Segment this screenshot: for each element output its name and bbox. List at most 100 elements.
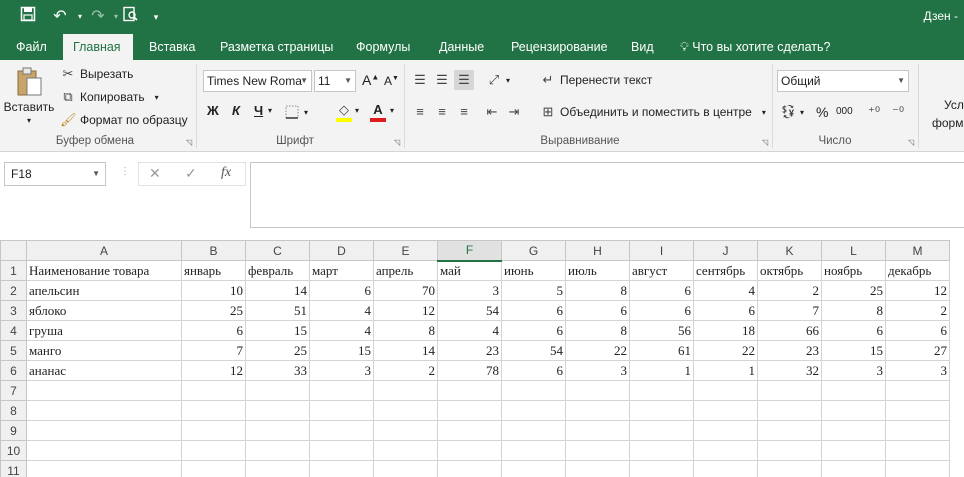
cell[interactable] — [885, 460, 950, 477]
cell[interactable]: 3 — [885, 360, 950, 381]
cell[interactable] — [629, 400, 694, 421]
cell[interactable] — [885, 400, 950, 421]
borders-button[interactable]: ▾ — [284, 104, 308, 120]
insert-function-icon[interactable]: fx — [221, 165, 231, 181]
row-header[interactable]: 5 — [0, 340, 27, 361]
cell[interactable] — [373, 400, 438, 421]
enter-icon[interactable]: ✓ — [185, 165, 197, 182]
cell[interactable] — [501, 380, 566, 401]
align-top-button[interactable]: ☰ — [412, 72, 428, 88]
cell[interactable]: сентябрь — [693, 260, 758, 281]
cell[interactable] — [245, 460, 310, 477]
cell[interactable]: 70 — [373, 280, 438, 301]
cell[interactable] — [26, 380, 182, 401]
cell[interactable]: 1 — [629, 360, 694, 381]
customize-qat-icon[interactable]: ▾ — [144, 6, 168, 28]
tab-file[interactable]: Файл — [6, 34, 57, 60]
cell[interactable]: 6 — [501, 300, 566, 321]
cell[interactable] — [181, 440, 246, 461]
fill-color-button[interactable]: ◇ — [336, 102, 352, 122]
cell[interactable] — [565, 420, 630, 441]
cell[interactable] — [373, 460, 438, 477]
column-header-g[interactable]: G — [501, 240, 566, 261]
cell[interactable]: 4 — [309, 320, 374, 341]
cell[interactable]: май — [437, 260, 502, 281]
formula-input[interactable] — [250, 162, 964, 228]
cell[interactable]: груша — [26, 320, 182, 341]
row-header[interactable]: 3 — [0, 300, 27, 321]
cell[interactable] — [757, 420, 822, 441]
cell[interactable] — [629, 380, 694, 401]
tab-insert[interactable]: Вставка — [139, 34, 205, 60]
orientation-button[interactable]: ⤢ ▾ — [486, 72, 510, 88]
cell[interactable] — [245, 440, 310, 461]
font-name-select[interactable]: Times New Roma ▼ — [203, 70, 312, 92]
cell[interactable]: 12 — [885, 280, 950, 301]
cell[interactable]: 25 — [821, 280, 886, 301]
cell[interactable]: 6 — [181, 320, 246, 341]
cell[interactable] — [373, 440, 438, 461]
cell[interactable]: 6 — [501, 320, 566, 341]
cell[interactable]: 22 — [693, 340, 758, 361]
cell[interactable]: декабрь — [885, 260, 950, 281]
cell[interactable]: август — [629, 260, 694, 281]
cell[interactable]: 51 — [245, 300, 310, 321]
cell[interactable]: 23 — [437, 340, 502, 361]
cell[interactable] — [26, 400, 182, 421]
row-header[interactable]: 4 — [0, 320, 27, 341]
cell[interactable]: 4 — [437, 320, 502, 341]
cell[interactable] — [885, 420, 950, 441]
cell[interactable]: 6 — [821, 320, 886, 341]
cell[interactable] — [629, 460, 694, 477]
align-bottom-button[interactable]: ☰ — [454, 70, 474, 90]
number-launcher-icon[interactable]: ◹ — [908, 138, 914, 147]
align-center-button[interactable]: ≡ — [434, 104, 450, 120]
wrap-text-button[interactable]: ↵ Перенести текст — [540, 72, 653, 88]
cell[interactable]: 3 — [437, 280, 502, 301]
save-icon[interactable] — [16, 6, 40, 28]
cell[interactable] — [437, 440, 502, 461]
row-header[interactable]: 10 — [0, 440, 27, 461]
cell[interactable]: октябрь — [757, 260, 822, 281]
cell[interactable] — [693, 400, 758, 421]
cell[interactable]: 32 — [757, 360, 822, 381]
percent-style-button[interactable]: % — [816, 104, 828, 120]
cell[interactable] — [565, 400, 630, 421]
thousands-separator-button[interactable]: 000 — [836, 106, 853, 117]
merge-center-button[interactable]: ⊞ Объединить и поместить в центре ▾ — [540, 104, 766, 120]
cell[interactable]: 78 — [437, 360, 502, 381]
tab-page-layout[interactable]: Разметка страницы — [210, 34, 343, 60]
cell[interactable]: 3 — [821, 360, 886, 381]
bold-button[interactable]: Ж — [207, 103, 219, 118]
font-size-select[interactable]: 11 ▼ — [314, 70, 356, 92]
cell[interactable]: 25 — [181, 300, 246, 321]
cell[interactable]: 6 — [629, 300, 694, 321]
column-header-b[interactable]: B — [181, 240, 246, 261]
decrease-indent-button[interactable]: ⇤ — [484, 104, 500, 120]
cell[interactable]: манго — [26, 340, 182, 361]
cell[interactable]: 33 — [245, 360, 310, 381]
column-header-d[interactable]: D — [309, 240, 374, 261]
cell[interactable]: 6 — [565, 300, 630, 321]
cell[interactable] — [629, 440, 694, 461]
cell[interactable]: 8 — [373, 320, 438, 341]
cell[interactable]: 2 — [885, 300, 950, 321]
fill-color-dropdown-icon[interactable]: ▾ — [355, 106, 359, 115]
tab-review[interactable]: Рецензирование — [501, 34, 618, 60]
align-left-button[interactable]: ≡ — [412, 104, 428, 120]
cell[interactable]: 56 — [629, 320, 694, 341]
row-header[interactable]: 11 — [0, 460, 27, 477]
grow-font-button[interactable]: A▲ — [362, 72, 379, 88]
select-all-corner[interactable] — [0, 240, 27, 261]
cancel-icon[interactable]: ✕ — [149, 165, 161, 182]
cell[interactable] — [373, 380, 438, 401]
cell[interactable]: 8 — [565, 280, 630, 301]
cell[interactable] — [309, 440, 374, 461]
cell[interactable]: 4 — [309, 300, 374, 321]
cell[interactable] — [693, 460, 758, 477]
cell[interactable]: 61 — [629, 340, 694, 361]
cell[interactable] — [245, 420, 310, 441]
cell[interactable]: 15 — [309, 340, 374, 361]
decrease-decimal-button[interactable]: ⁻⁰ — [890, 104, 906, 120]
row-header[interactable]: 9 — [0, 420, 27, 441]
